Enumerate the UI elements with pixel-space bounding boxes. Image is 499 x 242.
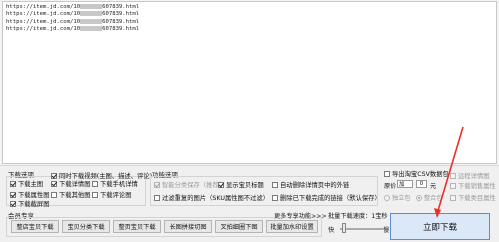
arrow-shaft xyxy=(436,126,464,215)
red-arrow-annotation xyxy=(434,126,464,218)
arrow-head xyxy=(434,208,441,218)
